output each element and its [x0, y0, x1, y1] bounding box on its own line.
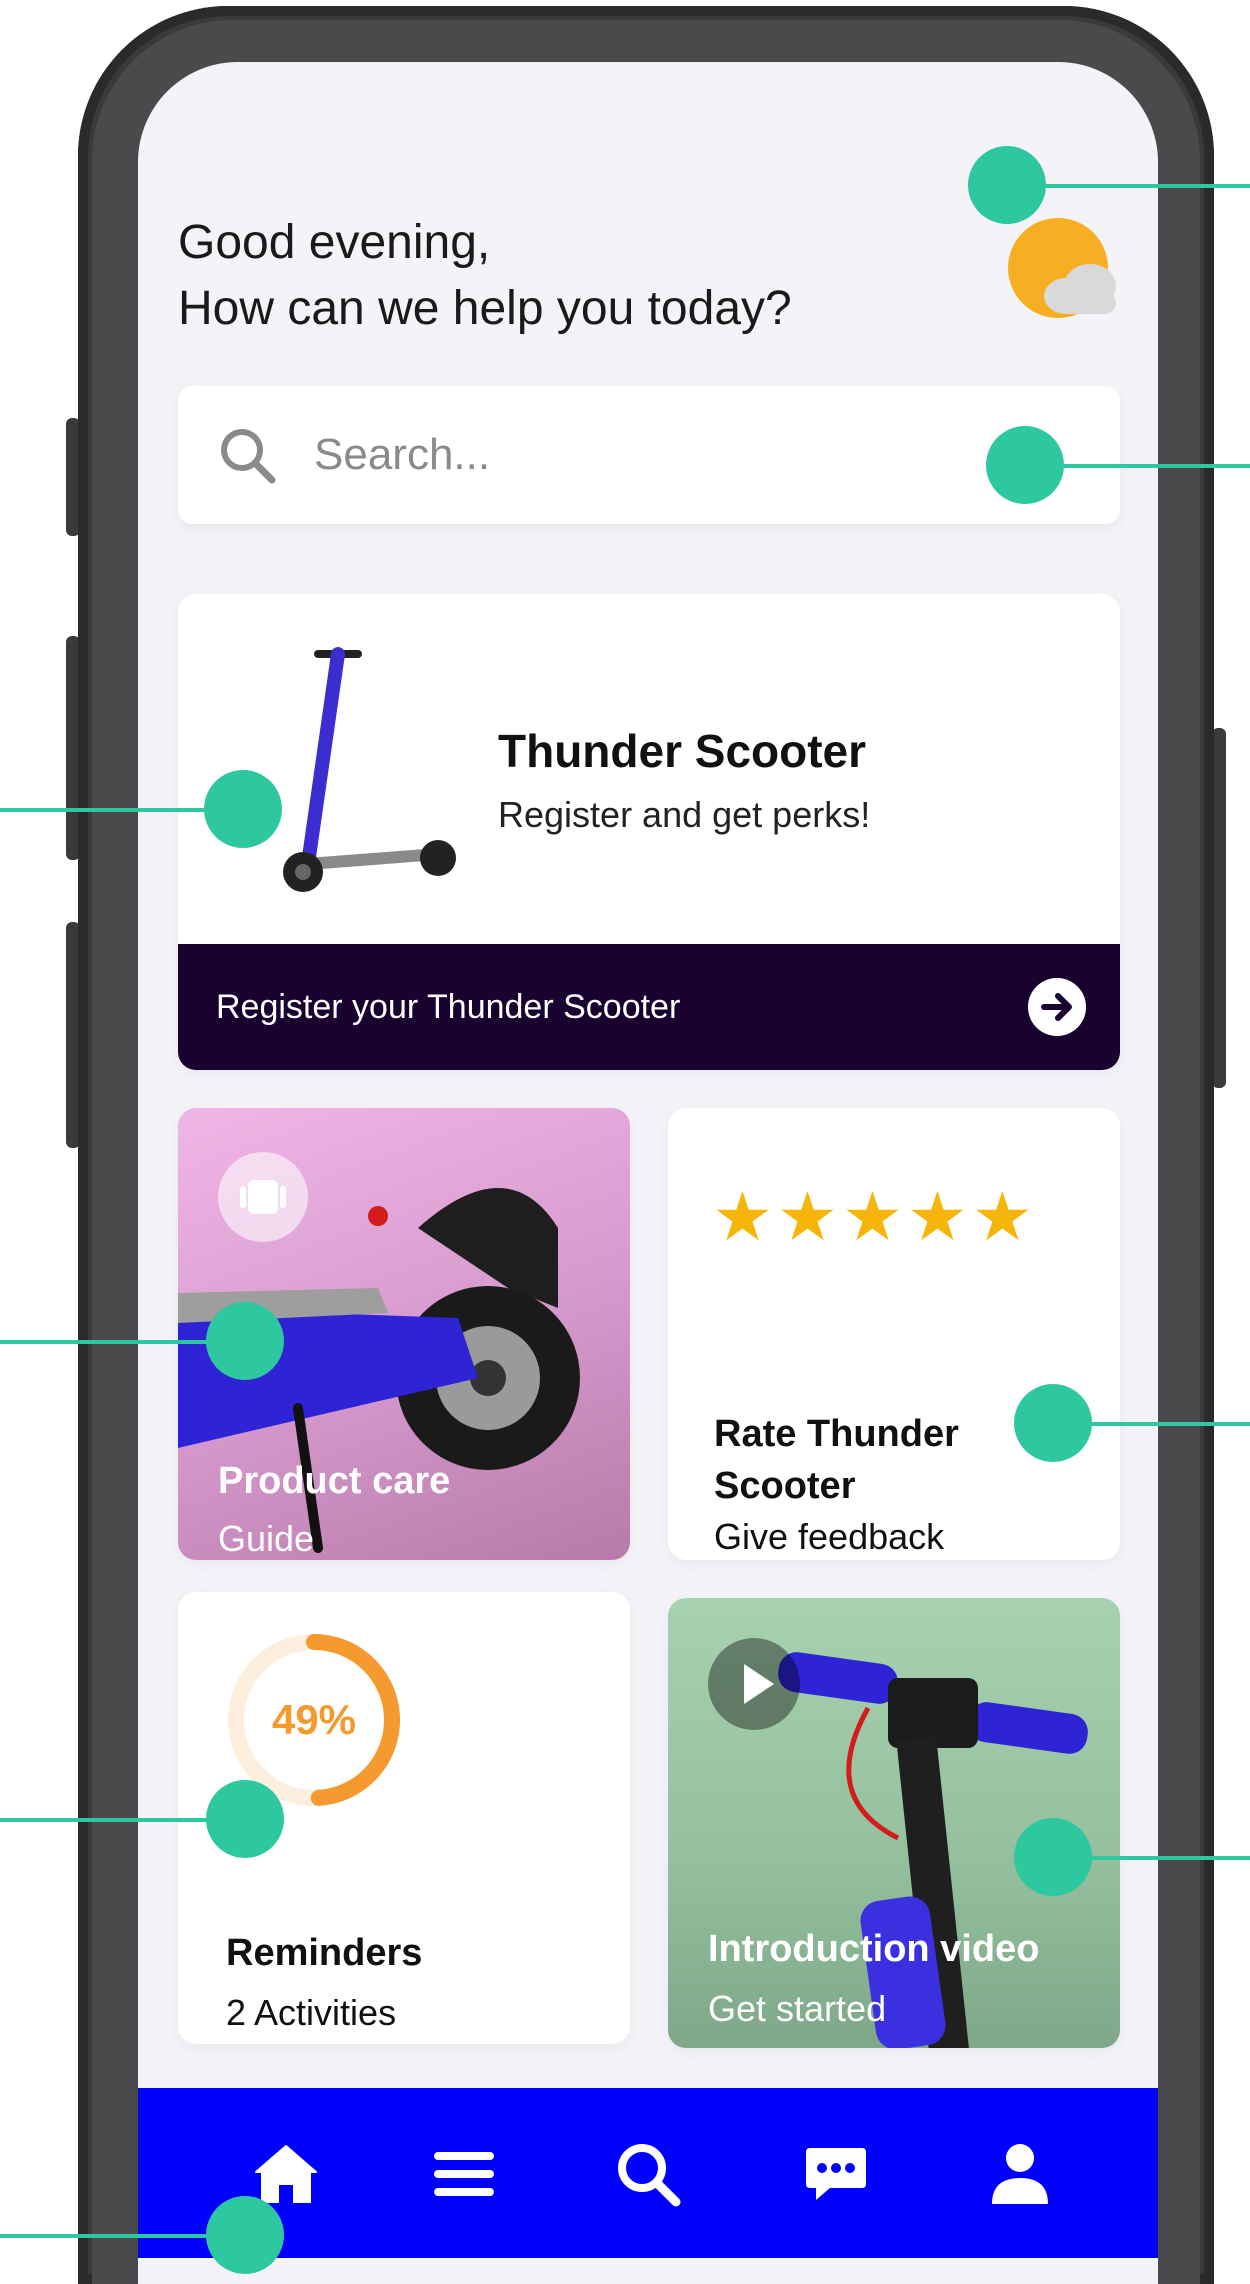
callout-line: [1064, 464, 1250, 468]
greeting-line-1: Good evening,: [178, 216, 491, 269]
star-icon: ★: [971, 1179, 1037, 1255]
greeting-line-2: How can we help you today?: [178, 282, 792, 335]
promo-subtitle: Register and get perks!: [498, 794, 871, 835]
register-promo-card[interactable]: Thunder Scooter Register and get perks! …: [178, 594, 1120, 1070]
search-icon: [221, 429, 276, 484]
profile-icon[interactable]: [984, 2138, 1056, 2210]
search-bar[interactable]: Search...: [178, 386, 1120, 524]
video-card-subtitle: Get started: [708, 1988, 887, 2029]
weather-sun-cloud-icon[interactable]: [1008, 216, 1118, 326]
chat-icon[interactable]: [800, 2138, 872, 2210]
star-icon: ★: [841, 1179, 907, 1255]
video-card-title: Introduction video: [708, 1928, 1040, 1970]
phone-power-button: [1212, 728, 1226, 1088]
star-icon: ★: [906, 1179, 972, 1255]
arrow-right-icon: [1028, 978, 1086, 1036]
product-care-subtitle: Guide: [218, 1518, 315, 1559]
callout-dot: [206, 1780, 284, 1858]
reminders-subtitle: 2 Activities: [226, 1992, 397, 2033]
callout-dot: [206, 2196, 284, 2274]
scooter-image: [283, 647, 456, 892]
greeting: Good evening, How can we help you today?: [178, 210, 792, 342]
rating-stars: ★★★★★: [712, 1178, 1037, 1257]
register-scooter-label: Register your Thunder Scooter: [216, 988, 681, 1026]
menu-icon[interactable]: [428, 2138, 500, 2210]
app-screen: Good evening, How can we help you today?…: [138, 62, 1158, 2284]
callout-dot: [1014, 1818, 1092, 1896]
scooter-care-icon: [218, 1152, 308, 1242]
callout-dot: [1014, 1384, 1092, 1462]
star-icon: ★: [776, 1179, 842, 1255]
rate-card-subtitle: Give feedback: [714, 1516, 945, 1557]
search-icon[interactable]: [612, 2138, 684, 2210]
callout-dot: [206, 1302, 284, 1380]
promo-title: Thunder Scooter: [498, 725, 867, 777]
bottom-tab-bar: [138, 2088, 1158, 2258]
callout-dot: [986, 426, 1064, 504]
star-icon: ★: [712, 1179, 777, 1255]
callout-line: [1044, 184, 1250, 188]
reminders-title: Reminders: [226, 1932, 423, 1974]
register-scooter-button[interactable]: Register your Thunder Scooter: [178, 944, 1120, 1070]
reminders-percent: 49%: [272, 1696, 356, 1743]
rate-scooter-card[interactable]: ★★★★★ Rate Thunder Scooter Give feedback: [668, 1108, 1120, 1560]
product-care-title: Product care: [218, 1460, 451, 1502]
callout-dot: [968, 146, 1046, 224]
play-icon[interactable]: [708, 1638, 800, 1730]
search-input[interactable]: Search...: [314, 430, 490, 480]
callout-dot: [204, 770, 282, 848]
